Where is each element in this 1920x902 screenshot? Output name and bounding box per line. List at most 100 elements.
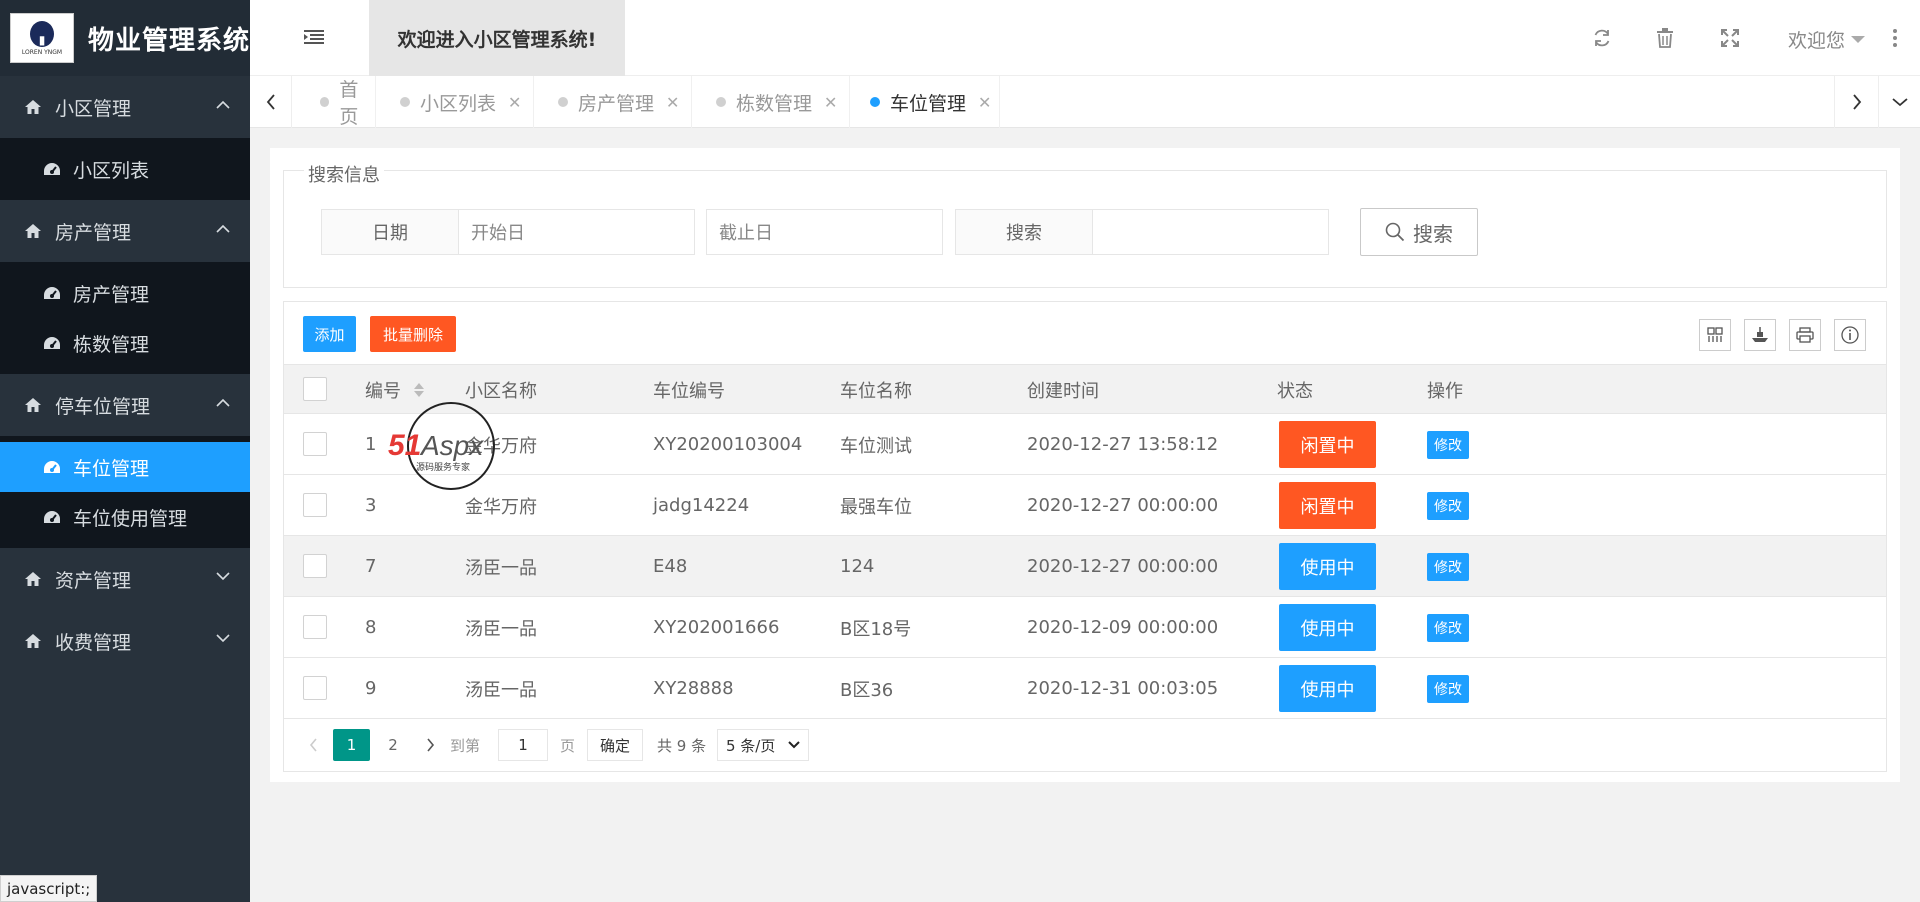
- tab-home[interactable]: 首页: [292, 76, 376, 128]
- tab-dot: [400, 97, 410, 107]
- sidebar-item-parking-spaces[interactable]: 车位管理: [0, 442, 250, 492]
- table-row[interactable]: 1 金华万府 XY20200103004 车位测试 2020-12-27 13:58:1…: [284, 414, 1886, 475]
- user-menu[interactable]: 欢迎您: [1788, 26, 1866, 53]
- goto-confirm-button[interactable]: 确定: [587, 729, 643, 761]
- dashboard-icon: [44, 337, 60, 349]
- app-title: 物业管理系统: [88, 25, 251, 56]
- sidebar-group-label: 小区管理: [55, 97, 132, 120]
- cell-id: 3: [365, 495, 377, 516]
- column-header-code: 车位编号: [653, 380, 725, 402]
- edit-button[interactable]: 修改: [1427, 675, 1469, 703]
- edit-button[interactable]: 修改: [1427, 431, 1469, 459]
- tab-scroll-left[interactable]: [250, 76, 292, 128]
- cell-id: 8: [365, 617, 377, 638]
- tab-community-list[interactable]: 小区列表 ✕: [376, 76, 534, 128]
- goto-page-input[interactable]: 1: [498, 729, 548, 761]
- chevron-down-icon: [1891, 98, 1908, 107]
- chevron-left-icon: [309, 738, 317, 752]
- close-icon[interactable]: ✕: [824, 93, 837, 112]
- chevron-down-icon: [788, 741, 800, 749]
- table-row[interactable]: 3 金华万府 jadg14224 最强车位 2020-12-27 00:00:00 闲置中…: [284, 475, 1886, 536]
- row-checkbox[interactable]: [303, 554, 327, 578]
- edit-button[interactable]: 修改: [1427, 553, 1469, 581]
- edit-button[interactable]: 修改: [1427, 492, 1469, 520]
- sidebar-item-label: 车位管理: [73, 457, 150, 480]
- caret-down-icon: [1851, 36, 1866, 43]
- columns-icon[interactable]: [1699, 319, 1731, 351]
- status-badge: 使用中: [1279, 543, 1376, 590]
- welcome-tab[interactable]: 欢迎进入小区管理系统!: [369, 0, 625, 76]
- page-size-select[interactable]: 5 条/页: [717, 729, 809, 761]
- tab-label: 小区列表: [420, 92, 497, 115]
- row-checkbox[interactable]: [303, 432, 327, 456]
- sidebar-item-community-list[interactable]: 小区列表: [0, 144, 250, 194]
- tab-buildings[interactable]: 栋数管理 ✕: [692, 76, 850, 128]
- table-toolbar: 添加 批量删除: [284, 302, 1886, 365]
- pagination: 1 2 到第 1 页 确定 共 9 条 5 条/页: [284, 719, 1886, 771]
- cell-name: 124: [840, 556, 875, 577]
- tab-label: 栋数管理: [736, 92, 813, 115]
- batch-delete-button[interactable]: 批量删除: [370, 316, 456, 352]
- table-row[interactable]: 8 汤臣一品 XY202001666 B区18号 2020-12-09 00:00:00…: [284, 597, 1886, 658]
- refresh-icon[interactable]: [1592, 28, 1612, 48]
- sidebar: ▮ LOREN YNGM 物业管理系统 小区管理 小区列表 房产管理 房产管理 …: [0, 0, 250, 902]
- cell-name: B区36: [840, 679, 894, 701]
- sidebar-group-assets[interactable]: 资产管理: [0, 548, 250, 610]
- logo-area: ▮ LOREN YNGM 物业管理系统: [0, 0, 250, 76]
- edit-button[interactable]: 修改: [1427, 614, 1469, 642]
- keyword-input[interactable]: [1092, 209, 1329, 255]
- cell-created: 2020-12-31 00:03:05: [1027, 678, 1219, 699]
- print-icon[interactable]: [1789, 319, 1821, 351]
- sort-icon[interactable]: [413, 381, 425, 399]
- row-checkbox[interactable]: [303, 615, 327, 639]
- select-all-checkbox[interactable]: [303, 377, 327, 401]
- tab-dot: [870, 97, 880, 107]
- tab-menu-dropdown[interactable]: [1878, 76, 1920, 128]
- chevron-down-icon: [216, 634, 230, 643]
- table-row[interactable]: 7 汤臣一品 E48 124 2020-12-27 00:00:00 使用中 修改: [284, 536, 1886, 597]
- search-button[interactable]: 搜索: [1360, 208, 1478, 256]
- info-icon[interactable]: [1834, 319, 1866, 351]
- prev-page-button[interactable]: [303, 729, 323, 761]
- cell-code: XY202001666: [653, 617, 780, 638]
- page-1[interactable]: 1: [333, 729, 370, 761]
- sidebar-group-property[interactable]: 房产管理: [0, 200, 250, 262]
- menu-toggle-icon[interactable]: [304, 29, 324, 45]
- tab-scroll-right[interactable]: [1834, 76, 1878, 128]
- cell-created: 2020-12-09 00:00:00: [1027, 617, 1219, 638]
- home-icon: [25, 634, 41, 648]
- top-header: 欢迎进入小区管理系统! 欢迎您: [250, 0, 1920, 76]
- cell-community: 汤臣一品: [465, 618, 537, 640]
- close-icon[interactable]: ✕: [666, 93, 679, 112]
- cell-id: 1: [365, 434, 377, 455]
- sidebar-group-fees[interactable]: 收费管理: [0, 610, 250, 672]
- sidebar-group-parking[interactable]: 停车位管理: [0, 374, 250, 436]
- fullscreen-icon[interactable]: [1720, 28, 1740, 48]
- page-2[interactable]: 2: [378, 729, 408, 761]
- sidebar-item-parking-usage[interactable]: 车位使用管理: [0, 492, 250, 542]
- column-header-id[interactable]: 编号: [365, 365, 425, 414]
- sidebar-item-label: 车位使用管理: [73, 507, 188, 530]
- close-icon[interactable]: ✕: [508, 93, 521, 112]
- add-button[interactable]: 添加: [303, 316, 356, 352]
- sidebar-item-label: 小区列表: [73, 159, 150, 182]
- tab-property[interactable]: 房产管理 ✕: [534, 76, 692, 128]
- trash-icon[interactable]: [1656, 28, 1674, 48]
- chevron-up-icon: [216, 398, 230, 407]
- dashboard-icon: [44, 461, 60, 473]
- home-icon: [25, 398, 41, 412]
- next-page-button[interactable]: [420, 729, 440, 761]
- more-vertical-icon[interactable]: [1892, 28, 1898, 48]
- end-date-input[interactable]: 截止日: [706, 209, 943, 255]
- export-icon[interactable]: [1744, 319, 1776, 351]
- sidebar-item-buildings[interactable]: 栋数管理: [0, 318, 250, 368]
- row-checkbox[interactable]: [303, 676, 327, 700]
- start-date-input[interactable]: 开始日: [458, 209, 695, 255]
- row-checkbox[interactable]: [303, 493, 327, 517]
- sidebar-group-community[interactable]: 小区管理: [0, 76, 250, 138]
- tab-parking-spaces[interactable]: 车位管理 ✕: [850, 76, 1000, 128]
- sidebar-item-property[interactable]: 房产管理: [0, 268, 250, 318]
- table-row[interactable]: 9 汤臣一品 XY28888 B区36 2020-12-31 00:03:05 使用中 修改: [284, 658, 1886, 719]
- status-badge: 使用中: [1279, 604, 1376, 651]
- close-icon[interactable]: ✕: [978, 93, 991, 112]
